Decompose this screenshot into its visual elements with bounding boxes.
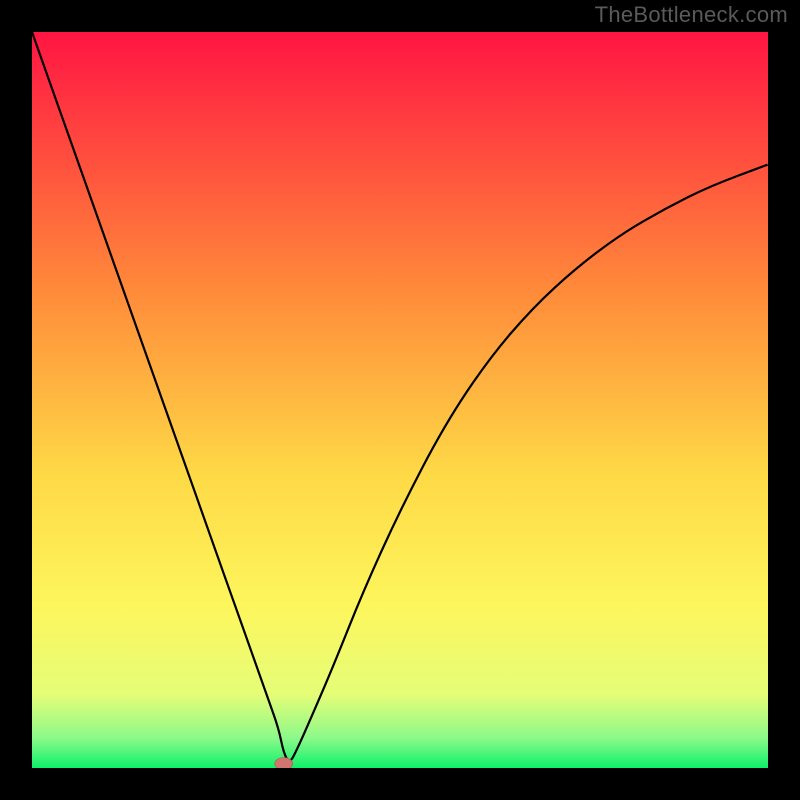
plot-area: [32, 32, 768, 768]
gradient-background: [32, 32, 768, 768]
watermark-text: TheBottleneck.com: [595, 2, 788, 28]
chart-frame: TheBottleneck.com: [0, 0, 800, 800]
bottleneck-chart: [32, 32, 768, 768]
optimum-marker: [275, 758, 293, 768]
